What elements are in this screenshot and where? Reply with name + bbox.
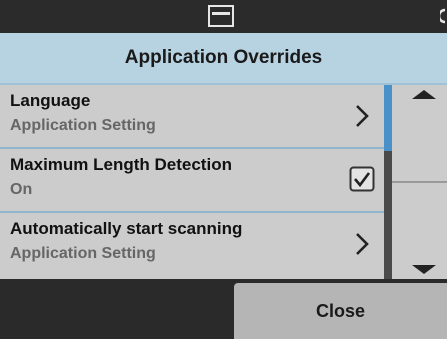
setting-row-language[interactable]: Language Application Setting bbox=[0, 85, 384, 147]
settings-list: Language Application Setting Maximum Len… bbox=[0, 85, 384, 279]
page-title: Application Overrides bbox=[124, 47, 323, 68]
setting-value: On bbox=[10, 181, 33, 198]
setting-label: Maximum Length Detection bbox=[10, 155, 232, 174]
title-bar: Application Overrides bbox=[0, 33, 447, 83]
scanner-icon bbox=[208, 5, 234, 27]
chevron-right-icon bbox=[356, 105, 369, 127]
checkbox-checked-icon[interactable] bbox=[349, 166, 375, 192]
arrow-down-icon bbox=[412, 265, 436, 274]
close-button[interactable]: Close bbox=[234, 283, 447, 339]
setting-label: Language bbox=[10, 91, 91, 110]
status-bar bbox=[0, 0, 447, 33]
setting-row-maximum-length-detection[interactable]: Maximum Length Detection On bbox=[0, 149, 384, 211]
status-edge-icon bbox=[440, 8, 446, 24]
scroll-up-button[interactable] bbox=[392, 85, 447, 181]
chevron-right-icon bbox=[356, 233, 369, 255]
setting-value: Application Setting bbox=[10, 117, 156, 134]
arrow-up-icon bbox=[412, 90, 436, 99]
setting-value: Application Setting bbox=[10, 245, 156, 262]
scroll-down-button[interactable] bbox=[392, 181, 447, 279]
setting-row-automatically-start-scanning[interactable]: Automatically start scanning Application… bbox=[0, 213, 384, 279]
scrollbar-thumb[interactable] bbox=[384, 85, 392, 151]
setting-label: Automatically start scanning bbox=[10, 219, 243, 238]
